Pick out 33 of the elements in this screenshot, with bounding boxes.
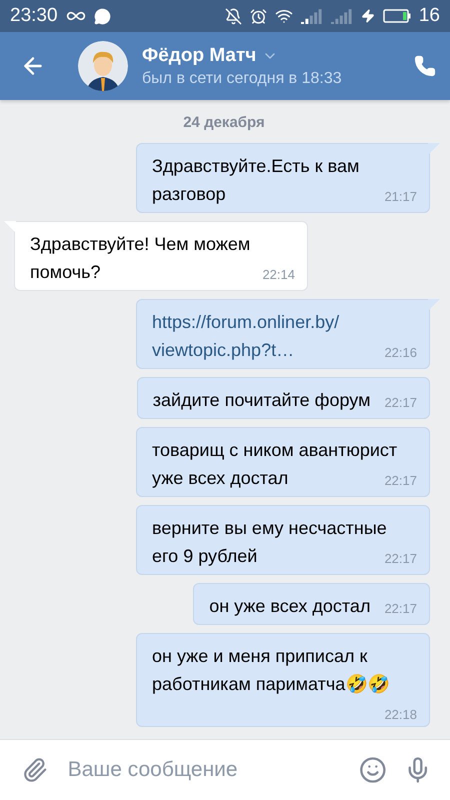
phone-icon[interactable] xyxy=(414,55,436,77)
chat-bubble-icon xyxy=(94,8,111,24)
message-bubble: он уже и меня приписал к работникам париматча🤣🤣 22:18 xyxy=(136,633,430,727)
message-time: 22:17 xyxy=(384,602,417,616)
mute-icon xyxy=(224,8,242,24)
alarm-icon xyxy=(250,8,267,24)
emoji-icon[interactable] xyxy=(358,756,386,784)
bubble-tail xyxy=(428,299,440,311)
message-bubble: товарищ с ником авантюрист уже всех достал 22:17 xyxy=(136,427,430,497)
message-time: 21:17 xyxy=(384,190,417,204)
clock-time: 23:30 xyxy=(10,5,58,27)
date-label: 24 декабря xyxy=(183,114,265,131)
message-time: 22:17 xyxy=(384,396,417,410)
charging-icon xyxy=(360,9,375,23)
message-time: 22:17 xyxy=(384,474,417,488)
message-time: 22:16 xyxy=(384,346,417,360)
message-bubble: зайдите почитайте форум 22:17 xyxy=(136,377,430,419)
message-time: 22:18 xyxy=(384,708,417,722)
bubble-tail xyxy=(4,221,16,233)
message-bubble: верните вы ему несчастные его 9 рублей 22:17 xyxy=(136,505,430,575)
battery-percent: 16 xyxy=(418,5,440,27)
wifi-icon xyxy=(274,7,293,25)
contact-name[interactable]: Фёдор Матч xyxy=(142,44,256,66)
last-seen-status: был в сети сегодня в 18:33 xyxy=(142,70,343,88)
bubble-tail xyxy=(428,143,440,155)
signal-icon xyxy=(300,8,323,24)
attach-icon[interactable] xyxy=(22,757,48,783)
message-time: 22:17 xyxy=(384,552,417,566)
message-bubble: он уже всех достал 22:17 xyxy=(193,583,430,625)
message-time: 22:14 xyxy=(262,268,295,282)
avatar xyxy=(78,41,128,91)
battery-icon xyxy=(382,9,411,23)
signal-icon xyxy=(330,8,353,24)
